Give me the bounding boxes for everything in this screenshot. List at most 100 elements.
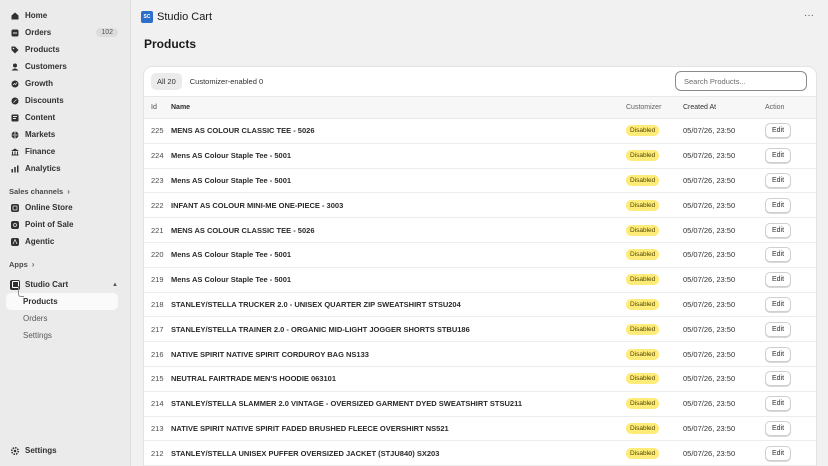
main-content: SC Studio Cart ··· Products All 20 Custo… xyxy=(130,0,828,466)
apps-heading[interactable]: Apps › xyxy=(6,256,122,272)
table-row: 216 NATIVE SPIRIT NATIVE SPIRIT CORDUROY … xyxy=(144,341,816,367)
edit-button[interactable]: Edit xyxy=(765,272,792,288)
edit-button[interactable]: Edit xyxy=(765,346,792,362)
cell-action: Edit xyxy=(765,440,816,466)
sidebar-item-growth[interactable]: Growth xyxy=(6,75,122,92)
edit-button[interactable]: Edit xyxy=(765,371,792,387)
products-card: All 20 Customizer-enabled 0 Id Name Cust… xyxy=(144,67,816,466)
sidebar-subitem-label: Products xyxy=(23,297,58,306)
edit-button[interactable]: Edit xyxy=(765,148,792,164)
cell-created-at: 05/07/26, 23:50 xyxy=(683,242,765,268)
cell-id: 215 xyxy=(144,366,171,392)
status-badge: Disabled xyxy=(626,249,660,261)
status-badge: Disabled xyxy=(626,298,660,310)
column-header-action: Action xyxy=(765,96,816,119)
cell-customizer: Disabled xyxy=(626,267,683,293)
cell-id: 222 xyxy=(144,192,171,219)
tab-all[interactable]: All 20 xyxy=(151,73,182,90)
sidebar-item-markets[interactable]: Markets xyxy=(6,126,122,143)
cell-customizer: Disabled xyxy=(626,143,683,169)
sidebar-item-products[interactable]: Products xyxy=(6,41,122,58)
cell-created-at: 05/07/26, 23:50 xyxy=(683,217,765,243)
cell-action: Edit xyxy=(765,143,816,169)
table-row: 214 STANLEY/STELLA SLAMMER 2.0 VINTAGE - … xyxy=(144,391,816,417)
sidebar-item-agentic[interactable]: Agentic xyxy=(6,233,122,250)
sales-channels-label: Sales channels xyxy=(9,186,64,196)
cell-created-at: 05/07/26, 23:50 xyxy=(683,292,765,318)
bank-icon xyxy=(10,147,20,157)
column-header-created-at[interactable]: Created At xyxy=(683,96,765,119)
edit-button[interactable]: Edit xyxy=(765,222,792,238)
tab-customizer-enabled[interactable]: Customizer-enabled 0 xyxy=(184,73,269,90)
sidebar-item-customers[interactable]: Customers xyxy=(6,58,122,75)
column-header-id[interactable]: Id xyxy=(144,96,171,119)
cell-customizer: Disabled xyxy=(626,192,683,219)
sidebar-item-label: Online Store xyxy=(25,203,73,212)
cell-action: Edit xyxy=(765,242,816,268)
sidebar-item-point-of-sale[interactable]: Point of Sale xyxy=(6,216,122,233)
sidebar-subitem-orders[interactable]: Orders xyxy=(6,310,118,327)
column-header-name[interactable]: Name xyxy=(171,96,626,119)
cell-customizer: Disabled xyxy=(626,341,683,367)
cell-created-at: 05/07/26, 23:50 xyxy=(683,440,765,466)
search-input[interactable] xyxy=(675,71,807,91)
sidebar-item-finance[interactable]: Finance xyxy=(6,143,122,160)
cell-created-at: 05/07/26, 23:50 xyxy=(683,192,765,219)
cell-action: Edit xyxy=(765,267,816,293)
cell-action: Edit xyxy=(765,192,816,219)
sidebar-item-label: Settings xyxy=(25,446,57,455)
cell-customizer: Disabled xyxy=(626,391,683,417)
sidebar-item-content[interactable]: Content xyxy=(6,109,122,126)
tree-connector xyxy=(18,286,24,297)
cell-action: Edit xyxy=(765,391,816,417)
cell-name: STANLEY/STELLA SLAMMER 2.0 VINTAGE - OVE… xyxy=(171,391,626,417)
cell-name: STANLEY/STELLA UNISEX PUFFER OVERSIZED J… xyxy=(171,440,626,466)
status-badge: Disabled xyxy=(626,224,660,236)
sidebar-item-home[interactable]: Home xyxy=(6,7,122,24)
sidebar-item-settings[interactable]: Settings xyxy=(6,442,122,459)
sidebar-item-online-store[interactable]: Online Store xyxy=(6,199,122,216)
online-store-icon xyxy=(10,203,20,213)
cell-created-at: 05/07/26, 23:50 xyxy=(683,267,765,293)
cell-name: Mens AS Colour Staple Tee - 5001 xyxy=(171,242,626,268)
cell-created-at: 05/07/26, 23:50 xyxy=(683,143,765,169)
cell-created-at: 05/07/26, 23:50 xyxy=(683,168,765,194)
chevron-up-icon: ▲ xyxy=(112,281,118,288)
cell-action: Edit xyxy=(765,366,816,392)
sidebar-item-analytics[interactable]: Analytics xyxy=(6,160,122,177)
edit-button[interactable]: Edit xyxy=(765,197,792,213)
content-icon xyxy=(10,113,20,123)
products-table: Id Name Customizer Created At Action 225… xyxy=(144,96,816,466)
status-badge: Disabled xyxy=(626,348,660,360)
edit-button[interactable]: Edit xyxy=(765,420,792,436)
table-row: 219 Mens AS Colour Staple Tee - 5001 Disab… xyxy=(144,267,816,293)
sidebar-item-discounts[interactable]: Discounts xyxy=(6,92,122,109)
edit-button[interactable]: Edit xyxy=(765,172,792,188)
cell-customizer: Disabled xyxy=(626,217,683,243)
sidebar-item-label: Analytics xyxy=(25,164,61,173)
edit-button[interactable]: Edit xyxy=(765,445,792,461)
apps-label: Apps xyxy=(9,259,28,269)
edit-button[interactable]: Edit xyxy=(765,296,792,312)
edit-button[interactable]: Edit xyxy=(765,247,792,263)
growth-icon xyxy=(10,79,20,89)
sidebar-item-orders[interactable]: Orders 102 xyxy=(6,24,122,41)
sidebar-subitem-products[interactable]: Products xyxy=(6,286,118,310)
column-header-customizer[interactable]: Customizer xyxy=(626,96,683,119)
sidebar-subitem-label: Settings xyxy=(23,331,52,340)
sidebar-subitem-settings[interactable]: Settings xyxy=(6,327,118,344)
edit-button[interactable]: Edit xyxy=(765,321,792,337)
count-badge: 102 xyxy=(96,28,118,37)
cell-name: STANLEY/STELLA TRAINER 2.0 - ORGANIC MID… xyxy=(171,316,626,343)
table-row: 217 STANLEY/STELLA TRAINER 2.0 - ORGANIC … xyxy=(144,316,816,343)
edit-button[interactable]: Edit xyxy=(765,123,792,139)
cell-customizer: Disabled xyxy=(626,366,683,392)
status-badge: Disabled xyxy=(626,323,660,335)
sidebar-item-label: Orders xyxy=(25,28,52,37)
status-badge: Disabled xyxy=(626,274,660,286)
tag-icon xyxy=(10,45,20,55)
sidebar: Home Orders 102 Products Customers Growth Disc… xyxy=(0,0,128,466)
sales-channels-heading[interactable]: Sales channels › xyxy=(6,183,122,199)
edit-button[interactable]: Edit xyxy=(765,396,792,412)
more-actions-icon[interactable]: ··· xyxy=(804,10,814,21)
